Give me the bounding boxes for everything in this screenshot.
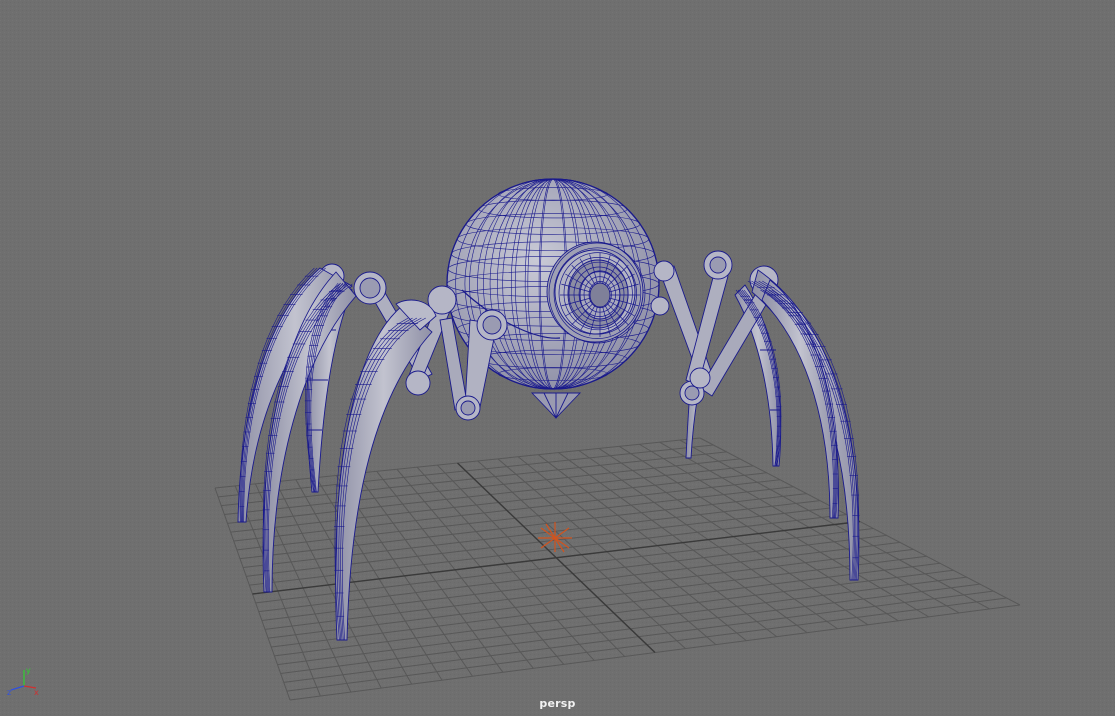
z-axis-line xyxy=(10,685,25,691)
x-axis-label: x xyxy=(34,688,39,696)
y-axis-label: y xyxy=(26,666,31,675)
z-axis-label: z xyxy=(7,688,11,696)
axis-gizmo: y x z xyxy=(7,666,39,696)
persp-viewport[interactable]: y x z persp xyxy=(0,0,1115,716)
viewport-scene[interactable] xyxy=(0,0,1115,716)
